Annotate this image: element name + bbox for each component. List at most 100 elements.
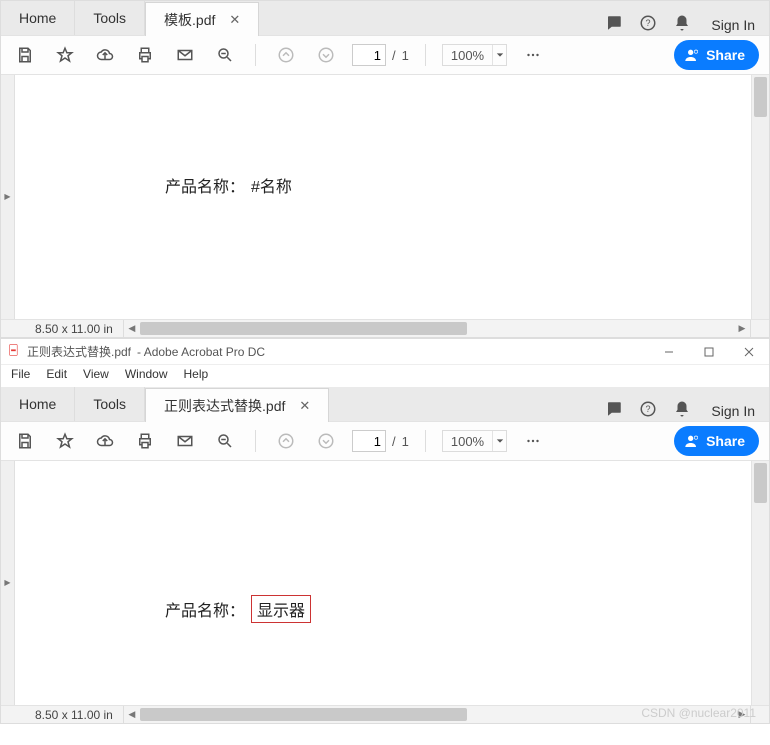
comment-icon[interactable] (605, 400, 623, 421)
page-up-icon[interactable] (272, 41, 300, 69)
menu-view[interactable]: View (83, 367, 109, 381)
document-page: 产品名称： 显示器 (15, 461, 735, 663)
mail-icon[interactable] (171, 427, 199, 455)
svg-text:?: ? (646, 404, 651, 414)
scrollbar-thumb[interactable] (140, 322, 467, 335)
printer-icon[interactable] (131, 41, 159, 69)
chevron-right-icon: ▶ (4, 579, 10, 587)
pdf-file-icon (7, 343, 21, 360)
page-dimensions: 8.50 x 11.00 in (1, 708, 123, 722)
tab-tools-label: Tools (93, 10, 126, 26)
tab-tools[interactable]: Tools (75, 387, 145, 421)
page-dimensions: 8.50 x 11.00 in (1, 322, 123, 336)
window-minimize-button[interactable] (649, 339, 689, 364)
menu-file[interactable]: File (11, 367, 30, 381)
panel-expand-handle[interactable]: ▶ (1, 461, 15, 705)
page-current-input[interactable] (352, 44, 386, 66)
chevron-left-icon[interactable]: ◀ (124, 709, 140, 720)
tab-home[interactable]: Home (1, 387, 75, 421)
search-minus-icon[interactable] (211, 427, 239, 455)
document-page: 产品名称： #名称 (15, 75, 735, 237)
document-area: ▶ 产品名称： #名称 (1, 75, 769, 319)
star-icon[interactable] (51, 427, 79, 455)
vertical-scrollbar[interactable] (751, 461, 769, 705)
star-icon[interactable] (51, 41, 79, 69)
document-viewport[interactable]: 产品名称： 显示器 (15, 461, 751, 705)
toolbar-separator (255, 430, 256, 452)
status-bar: 8.50 x 11.00 in ◀ ▶ (1, 705, 769, 723)
tab-bar: Home Tools 模板.pdf ✕ ? Sign In (1, 1, 769, 35)
tab-active-file[interactable]: 模板.pdf ✕ (145, 2, 259, 36)
printer-icon[interactable] (131, 427, 159, 455)
page-down-icon[interactable] (312, 427, 340, 455)
product-label: 产品名称： (165, 173, 245, 197)
zoom-value: 100% (443, 434, 492, 449)
tab-close-icon[interactable]: ✕ (295, 398, 310, 414)
toolbar: / 1 100% Share (1, 421, 769, 461)
cloud-upload-icon[interactable] (91, 41, 119, 69)
sign-in-link[interactable]: Sign In (707, 17, 755, 33)
tab-file-label: 正则表达式替换.pdf (164, 396, 285, 416)
help-icon[interactable]: ? (639, 400, 657, 421)
tab-tools-label: Tools (93, 396, 126, 412)
scrollbar-corner (751, 320, 769, 337)
chevron-left-icon[interactable]: ◀ (124, 323, 140, 334)
bell-icon[interactable] (673, 400, 691, 421)
mail-icon[interactable] (171, 41, 199, 69)
toolbar-separator (425, 430, 426, 452)
sign-in-link[interactable]: Sign In (707, 403, 755, 419)
window-close-button[interactable] (729, 339, 769, 364)
cloud-upload-icon[interactable] (91, 427, 119, 455)
share-button[interactable]: Share (674, 40, 759, 70)
title-bar: 正则表达式替换.pdf - Adobe Acrobat Pro DC (1, 339, 769, 365)
chevron-down-icon (492, 45, 506, 65)
menu-help[interactable]: Help (184, 367, 209, 381)
zoom-dropdown[interactable]: 100% (442, 430, 507, 452)
zoom-dropdown[interactable]: 100% (442, 44, 507, 66)
window-bottom: 正则表达式替换.pdf - Adobe Acrobat Pro DC File … (0, 338, 770, 724)
overflow-icon[interactable] (519, 427, 547, 455)
toolbar: / 1 100% Share (1, 35, 769, 75)
svg-text:?: ? (646, 18, 651, 28)
share-button[interactable]: Share (674, 426, 759, 456)
zoom-value: 100% (443, 48, 492, 63)
page-down-icon[interactable] (312, 41, 340, 69)
document-viewport[interactable]: 产品名称： #名称 (15, 75, 751, 319)
menu-window[interactable]: Window (125, 367, 168, 381)
horizontal-scrollbar[interactable]: ◀ ▶ (123, 706, 751, 723)
tab-home-label: Home (19, 10, 56, 26)
comment-icon[interactable] (605, 14, 623, 35)
help-icon[interactable]: ? (639, 14, 657, 35)
titlebar-appname: - Adobe Acrobat Pro DC (137, 345, 265, 359)
page-up-icon[interactable] (272, 427, 300, 455)
scrollbar-thumb[interactable] (754, 77, 767, 117)
tab-home-label: Home (19, 396, 56, 412)
person-plus-icon (684, 433, 700, 449)
window-maximize-button[interactable] (689, 339, 729, 364)
tab-active-file[interactable]: 正则表达式替换.pdf ✕ (145, 388, 329, 422)
menu-edit[interactable]: Edit (46, 367, 67, 381)
horizontal-scrollbar[interactable]: ◀ ▶ (123, 320, 751, 337)
scrollbar-thumb[interactable] (140, 708, 467, 721)
overflow-icon[interactable] (519, 41, 547, 69)
product-value: #名称 (251, 173, 292, 197)
status-bar: 8.50 x 11.00 in ◀ ▶ (1, 319, 769, 337)
product-label: 产品名称： (165, 597, 245, 621)
vertical-scrollbar[interactable] (751, 75, 769, 319)
bell-icon[interactable] (673, 14, 691, 35)
page-current-input[interactable] (352, 430, 386, 452)
scrollbar-thumb[interactable] (754, 463, 767, 503)
search-minus-icon[interactable] (211, 41, 239, 69)
window-top: Home Tools 模板.pdf ✕ ? Sign In / 1 100% (0, 0, 770, 338)
chevron-right-icon: ▶ (4, 193, 10, 201)
save-icon[interactable] (11, 41, 39, 69)
tab-close-icon[interactable]: ✕ (225, 12, 240, 28)
chevron-right-icon[interactable]: ▶ (734, 323, 750, 334)
panel-expand-handle[interactable]: ▶ (1, 75, 15, 319)
chevron-right-icon[interactable]: ▶ (734, 709, 750, 720)
tab-tools[interactable]: Tools (75, 1, 145, 35)
chevron-down-icon (492, 431, 506, 451)
page-total: 1 (402, 48, 409, 63)
save-icon[interactable] (11, 427, 39, 455)
tab-home[interactable]: Home (1, 1, 75, 35)
